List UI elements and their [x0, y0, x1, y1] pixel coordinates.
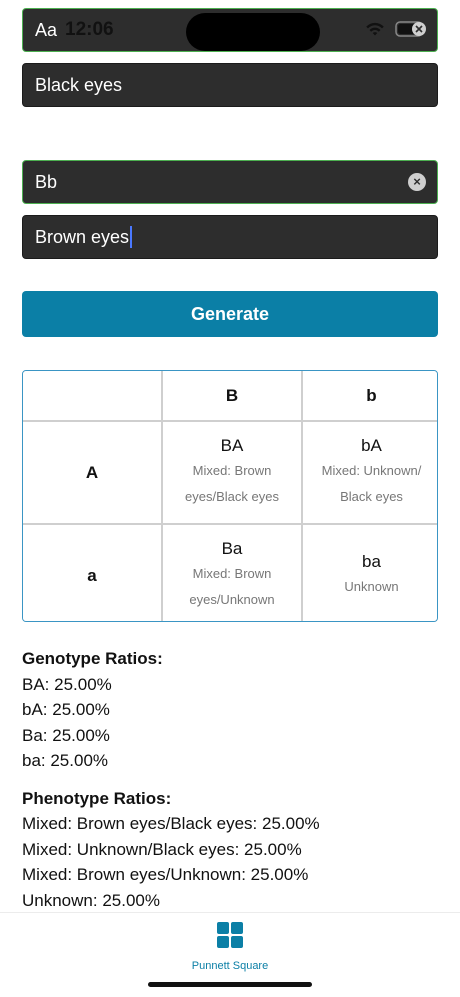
- column-header: B: [163, 371, 301, 420]
- tab-label: Punnett Square: [191, 960, 269, 972]
- results-section: Genotype Ratios: BA: 25.00% bA: 25.00% B…: [22, 646, 438, 913]
- genotype-ratio-line: ba: 25.00%: [22, 751, 109, 770]
- battery-icon: [395, 21, 427, 37]
- tab-punnett-square[interactable]: Punnett Square: [180, 921, 280, 972]
- genotype-ratio-line: Ba: 25.00%: [22, 725, 110, 745]
- row-header: a: [23, 525, 161, 621]
- dynamic-island: [186, 13, 320, 51]
- text-cursor: [130, 226, 133, 248]
- punnett-square: B b A BA Mixed: Brown eyes/Black eyes bA…: [22, 370, 438, 622]
- cell-phenotype: Mixed: Brown eyes/Black eyes: [185, 462, 279, 504]
- punnett-cell: bA Mixed: Unknown/ Black eyes: [303, 422, 437, 523]
- parent2-trait-value: Brown eyes: [35, 226, 130, 247]
- phenotype-ratios-title: Phenotype Ratios:: [22, 788, 172, 808]
- cell-genotype: BA: [220, 435, 244, 455]
- home-indicator[interactable]: [148, 982, 312, 987]
- status-time: 12:06: [65, 19, 114, 40]
- cell-genotype: ba: [362, 551, 381, 571]
- generate-button[interactable]: Generate: [22, 291, 438, 337]
- punnett-cell: ba Unknown: [303, 525, 437, 621]
- wifi-icon: [365, 22, 385, 37]
- phenotype-ratio-line: Unknown: 25.00%: [22, 890, 160, 910]
- status-bar-left: Aa 12:06: [35, 19, 114, 41]
- cell-genotype: bA: [361, 435, 382, 455]
- phenotype-ratio-line: Mixed: Brown eyes/Unknown: 25.00%: [22, 865, 309, 884]
- punnett-cell: BA Mixed: Brown eyes/Black eyes: [163, 422, 301, 523]
- row-header: A: [23, 422, 161, 523]
- phenotype-ratio-line: Mixed: Unknown/Black eyes: 25.00%: [22, 839, 302, 859]
- parent2-genotype-field[interactable]: Bb ×: [22, 160, 438, 204]
- genotype-ratio-line: BA: 25.00%: [22, 674, 112, 694]
- phenotype-ratio-line: Mixed: Brown eyes/Black eyes: 25.00%: [22, 814, 320, 833]
- cell-phenotype: Mixed: Brown eyes/Unknown: [189, 565, 275, 607]
- parent2-trait-field[interactable]: Brown eyes: [22, 215, 438, 259]
- clear-input-icon[interactable]: ×: [408, 173, 426, 191]
- punnett-cell: Ba Mixed: Brown eyes/Unknown: [163, 525, 301, 621]
- cell-phenotype: Mixed: Unknown/ Black eyes: [321, 462, 422, 504]
- cell-genotype: Ba: [221, 538, 243, 558]
- parent2-genotype-value: Bb: [35, 171, 58, 192]
- genotype-ratio-line: bA: 25.00%: [22, 700, 110, 719]
- grid-icon: [216, 921, 244, 954]
- screen: Aa 12:06 Black eyes Bb × Brown eyes Gene…: [0, 0, 460, 997]
- cell-phenotype: Unknown: [344, 578, 399, 594]
- status-bar-right: [365, 21, 427, 37]
- column-header: b: [303, 371, 437, 420]
- text-size-indicator: Aa: [35, 19, 58, 40]
- parent1-genotype-field[interactable]: Aa 12:06: [22, 8, 438, 52]
- parent1-trait-value: Black eyes: [35, 74, 123, 95]
- corner-cell: [23, 371, 161, 420]
- genotype-ratios-title: Genotype Ratios:: [22, 649, 163, 668]
- parent1-trait-field[interactable]: Black eyes: [22, 63, 438, 107]
